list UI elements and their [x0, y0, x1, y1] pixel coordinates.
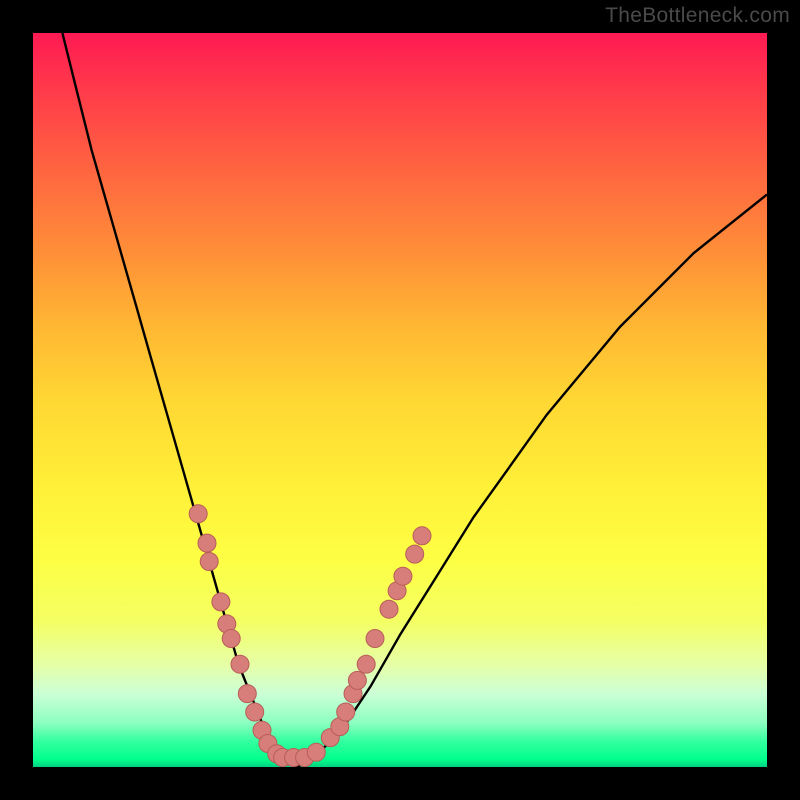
watermark-text: TheBottleneck.com: [605, 4, 790, 28]
data-marker: [238, 685, 256, 703]
data-marker: [357, 655, 375, 673]
data-marker: [189, 505, 207, 523]
data-marker: [222, 630, 240, 648]
data-marker: [348, 671, 366, 689]
data-marker: [198, 534, 216, 552]
data-marker: [337, 703, 355, 721]
data-marker: [406, 545, 424, 563]
data-marker: [394, 567, 412, 585]
curve-layer: [33, 33, 767, 767]
marker-group: [189, 505, 431, 767]
data-marker: [200, 553, 218, 571]
data-marker: [413, 527, 431, 545]
chart-frame: TheBottleneck.com: [0, 0, 800, 800]
data-marker: [366, 630, 384, 648]
plot-area: [33, 33, 767, 767]
data-marker: [380, 600, 398, 618]
data-marker: [231, 655, 249, 673]
data-marker: [246, 703, 264, 721]
data-marker: [212, 593, 230, 611]
bottleneck-curve: [62, 33, 767, 767]
data-marker: [307, 743, 325, 761]
